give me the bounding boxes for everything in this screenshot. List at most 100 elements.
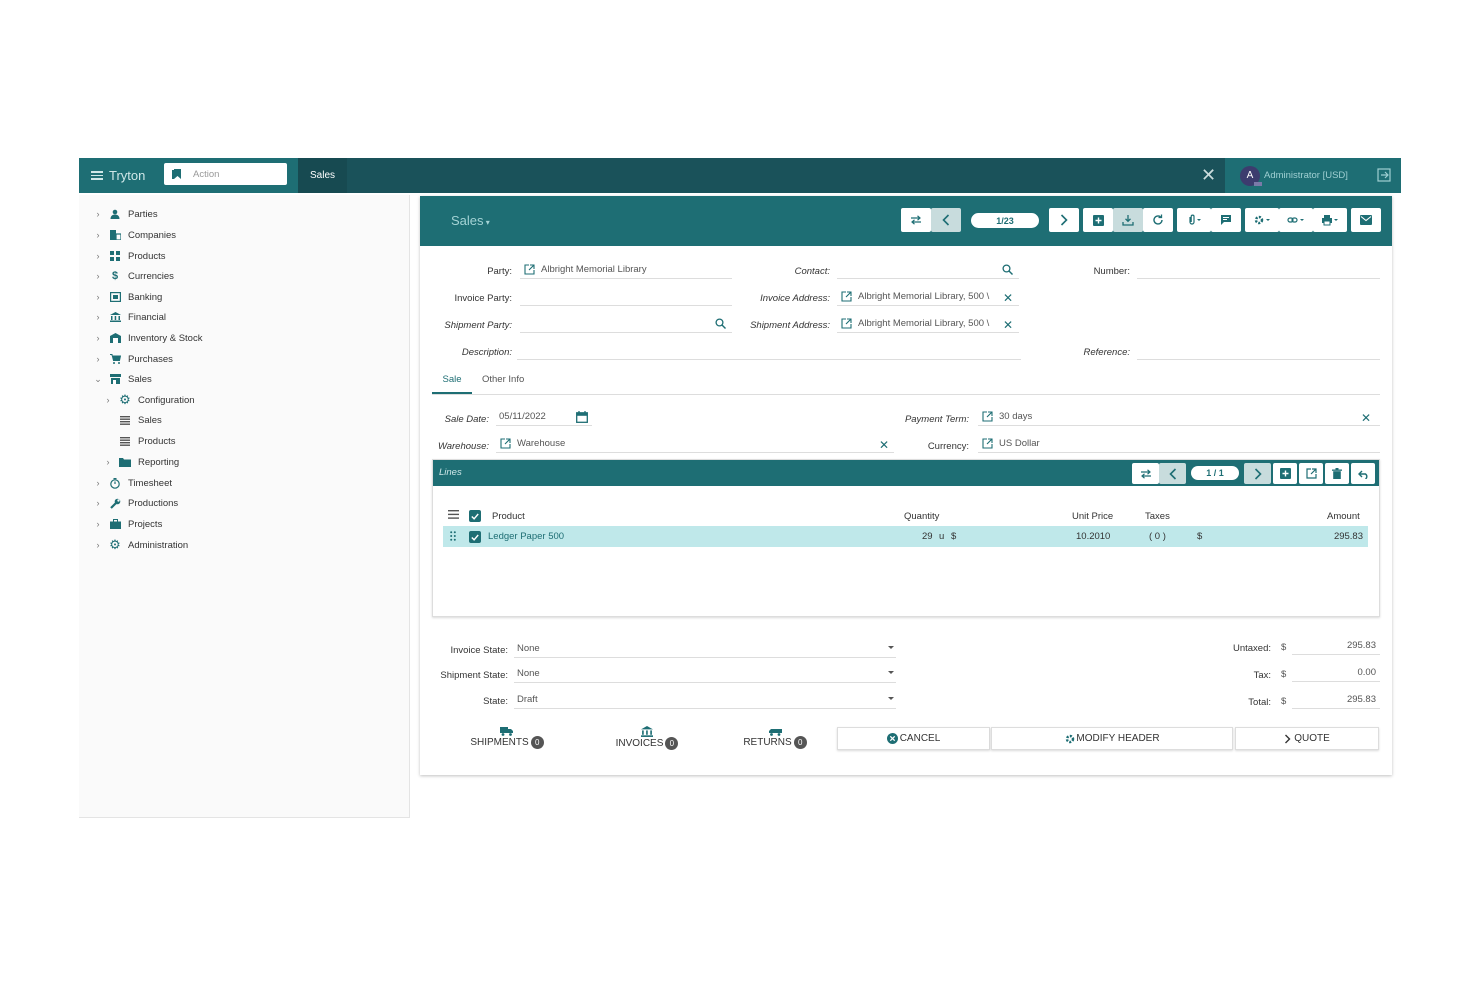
reload-button[interactable] — [1143, 208, 1173, 232]
lines-previous-button[interactable] — [1159, 463, 1186, 484]
currency-field[interactable]: US Dollar — [978, 435, 1380, 453]
save-button[interactable] — [1113, 208, 1143, 232]
invoices-count-badge: 0 — [665, 737, 679, 750]
row-checkbox[interactable] — [469, 531, 481, 543]
lines-switch-view-button[interactable] — [1132, 463, 1159, 484]
row-product[interactable]: Ledger Paper 500 — [488, 531, 564, 542]
tab-sale[interactable]: Sale — [432, 374, 472, 394]
shipment-state-select[interactable]: None — [514, 664, 896, 683]
bank-icon — [108, 311, 122, 323]
user-menu[interactable]: A Administrator [USD] — [1225, 158, 1401, 193]
shipments-relate-button[interactable]: SHIPMENTS 0 — [467, 726, 547, 749]
open-external-icon[interactable] — [524, 264, 535, 275]
lines-undo-button[interactable] — [1351, 463, 1375, 484]
lines-next-button[interactable] — [1244, 463, 1271, 484]
invoice-address-field[interactable]: Albright Memorial Library, 500 \ — [837, 288, 1019, 306]
action-search-input[interactable]: Action — [164, 163, 287, 185]
search-icon[interactable] — [1002, 264, 1013, 275]
column-header-unit-price[interactable]: Unit Price — [1072, 511, 1113, 522]
open-external-icon[interactable] — [841, 318, 852, 329]
sidebar-item-administration[interactable]: › ⚙ Administration — [93, 535, 189, 555]
modify-header-button[interactable]: MODIFY HEADER — [991, 727, 1233, 750]
sidebar-item-sales-list[interactable]: Sales — [113, 410, 162, 430]
shipment-party-field[interactable] — [520, 315, 732, 333]
sidebar-item-companies[interactable]: › Companies — [93, 225, 177, 245]
clear-payment-term-icon[interactable]: ✕ — [1361, 411, 1371, 425]
invoice-state-select[interactable]: None — [514, 639, 896, 658]
invoice-party-field[interactable] — [520, 288, 732, 306]
row-amount: 295.83 — [1333, 531, 1363, 542]
chevron-right-icon: › — [96, 271, 100, 281]
chevron-right-icon — [1060, 214, 1068, 226]
sidebar-item-products-list[interactable]: Products — [113, 431, 176, 451]
sidebar-item-sales[interactable]: ⌄ Sales — [93, 369, 152, 389]
column-header-product[interactable]: Product — [492, 511, 525, 522]
warehouse-field[interactable]: Warehouse — [496, 435, 894, 453]
open-external-icon[interactable] — [841, 291, 852, 302]
clear-warehouse-icon[interactable]: ✕ — [879, 438, 889, 452]
tab-other-info[interactable]: Other Info — [482, 374, 524, 385]
column-menu-icon[interactable] — [448, 510, 459, 519]
open-external-icon[interactable] — [500, 438, 511, 449]
new-record-button[interactable] — [1083, 208, 1113, 232]
sidebar-item-parties[interactable]: › Parties — [93, 204, 158, 224]
drag-handle-icon[interactable] — [450, 531, 456, 541]
sidebar-item-projects[interactable]: › Projects — [93, 514, 163, 534]
search-icon[interactable] — [715, 318, 726, 329]
panel-title-menu[interactable]: Sales ▾ — [451, 213, 490, 228]
sidebar-item-purchases[interactable]: › Purchases — [93, 349, 173, 369]
payment-term-field[interactable]: 30 days — [978, 408, 1380, 426]
column-header-taxes[interactable]: Taxes — [1145, 511, 1170, 522]
close-tab-icon[interactable]: ✕ — [1201, 166, 1216, 184]
app-menu-button[interactable]: Tryton — [79, 158, 161, 193]
column-header-amount[interactable]: Amount — [1327, 511, 1360, 522]
party-field[interactable]: Albright Memorial Library — [520, 261, 732, 279]
shipment-address-field[interactable]: Albright Memorial Library, 500 \ — [837, 315, 1019, 333]
select-all-checkbox[interactable] — [469, 510, 481, 522]
open-external-icon[interactable] — [982, 411, 993, 422]
chevron-down-icon: ⌄ — [94, 373, 102, 384]
logout-icon[interactable] — [1377, 168, 1391, 182]
invoices-relate-button[interactable]: INVOICES 0 — [607, 726, 687, 750]
notes-button[interactable] — [1211, 208, 1241, 232]
lines-delete-button[interactable] — [1325, 463, 1349, 484]
sidebar-item-banking[interactable]: › Banking — [93, 287, 163, 307]
sidebar-item-currencies[interactable]: › $ Currencies — [93, 266, 174, 286]
action-button[interactable] — [1245, 208, 1279, 232]
sidebar-item-label: Sales — [128, 373, 152, 385]
next-record-button[interactable] — [1049, 208, 1079, 232]
sidebar-item-financial[interactable]: › Financial — [93, 307, 167, 327]
sidebar-item-reporting[interactable]: › Reporting — [103, 452, 180, 472]
column-header-quantity[interactable]: Quantity — [904, 511, 939, 522]
switch-view-button[interactable] — [901, 208, 931, 232]
clear-invoice-address-icon[interactable]: ✕ — [1003, 291, 1013, 305]
sidebar-item-inventory[interactable]: › Inventory & Stock — [93, 328, 203, 348]
quote-button[interactable]: QUOTE — [1235, 727, 1379, 750]
returns-relate-button[interactable]: RETURNS 0 — [735, 726, 815, 749]
calendar-icon[interactable] — [576, 411, 588, 423]
sidebar-item-configuration[interactable]: › ⚙ Configuration — [103, 390, 195, 410]
sale-date-field[interactable]: 05/11/2022 — [496, 408, 592, 426]
cancel-button[interactable]: CANCEL — [837, 727, 990, 750]
print-button[interactable] — [1313, 208, 1347, 232]
lines-open-button[interactable] — [1299, 463, 1323, 484]
clear-shipment-address-icon[interactable]: ✕ — [1003, 318, 1013, 332]
sidebar-item-label: Currencies — [128, 270, 174, 282]
attachment-button[interactable] — [1177, 208, 1211, 232]
sidebar-item-products[interactable]: › Products — [93, 246, 166, 266]
open-external-icon[interactable] — [982, 438, 993, 449]
tab-sales[interactable]: Sales — [298, 158, 348, 193]
sidebar-item-timesheet[interactable]: › Timesheet — [93, 473, 172, 493]
email-button[interactable] — [1351, 208, 1381, 232]
sidebar-menu: › Parties › Companies › Products › $ Cur… — [79, 195, 410, 818]
contact-field[interactable] — [837, 261, 1019, 279]
previous-record-button[interactable] — [931, 208, 961, 232]
relate-button[interactable] — [1279, 208, 1313, 232]
sidebar-item-productions[interactable]: › Productions — [93, 493, 179, 513]
state-select[interactable]: Draft — [514, 690, 896, 709]
lines-add-button[interactable] — [1273, 463, 1297, 484]
table-row[interactable]: Ledger Paper 500 29 u $ 10.2010 ( 0 ) $ … — [443, 526, 1368, 547]
reference-field[interactable] — [1137, 342, 1380, 360]
description-field[interactable] — [517, 342, 1021, 360]
switch-icon — [911, 215, 921, 225]
